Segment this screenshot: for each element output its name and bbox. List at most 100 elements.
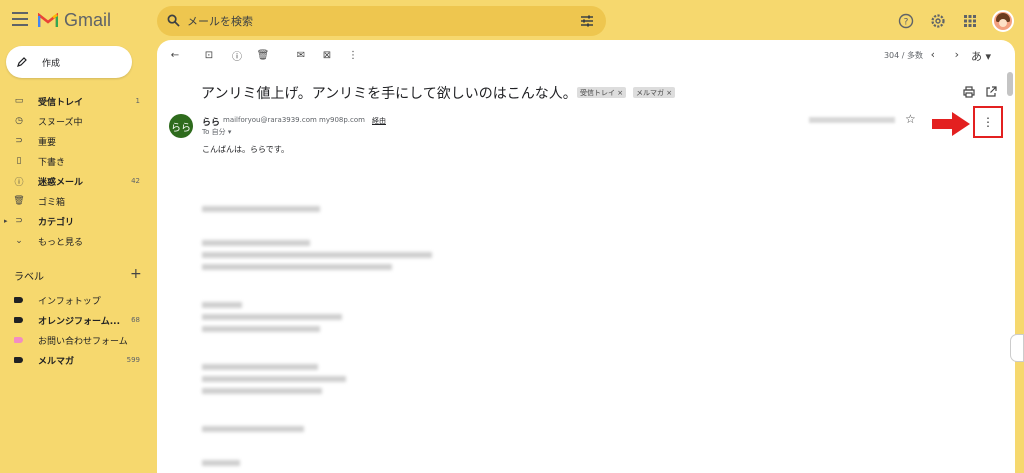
compose-button[interactable]: 作成 [6, 46, 132, 78]
sidebar-item-label: 重要 [38, 137, 57, 148]
apps-grid-icon[interactable] [960, 11, 980, 31]
report-spam-icon[interactable]: ⓘ [231, 49, 243, 63]
top-bar: Gmail メールを検索 ? [0, 0, 1024, 42]
input-tools-label: あ [970, 50, 982, 63]
labels-heading: ラベル [14, 272, 44, 283]
star-icon[interactable]: ☆ [905, 112, 916, 126]
red-arrow-annotation [932, 112, 970, 136]
sidebar-item-count: 1 [135, 97, 140, 105]
trash-icon: 🗑 [13, 196, 25, 206]
message-pane: ← ⊡ ⓘ 🗑 ✉ ⊠ ⋮ 304 / 多数 ‹ › あ ▾ アンリミ値上げ。ア… [157, 40, 1015, 473]
sidebar-item-label: もっと見る [38, 237, 84, 248]
label-icon: ⊃ [15, 216, 23, 226]
chip-mailmag[interactable]: メルマガ × [633, 87, 676, 98]
open-in-new-window-icon[interactable] [985, 86, 997, 98]
label-item-count: 68 [131, 316, 140, 324]
sidebar-item-trash[interactable]: 🗑 ゴミ箱 [0, 191, 150, 211]
input-tools-button[interactable]: あ ▾ [971, 48, 991, 64]
pencil-icon [17, 57, 27, 67]
archive-icon[interactable]: ⊡ [203, 49, 215, 61]
sidebar-item-categories[interactable]: ▸ ⊃ カテゴリ [0, 211, 150, 231]
sender-email: mailforyou@rara3939.com my908p.com [223, 116, 365, 124]
blurred-text-line [202, 460, 240, 466]
sidebar-item-label: 迷惑メール [38, 177, 84, 188]
inbox-icon: ▭ [14, 96, 24, 106]
search-bar[interactable]: メールを検索 [157, 6, 606, 36]
label-tag-icon [14, 297, 23, 303]
email-subject: アンリミ値上げ。アンリミを手にして欲しいのはこんな人。 [201, 86, 577, 102]
sidebar-item-spam[interactable]: ⓘ 迷惑メール 42 [0, 171, 150, 191]
label-tag-icon [14, 357, 23, 363]
sidebar-item-label: 受信トレイ [38, 97, 84, 108]
settings-icon[interactable] [928, 11, 948, 31]
svg-text:?: ? [904, 18, 909, 28]
message-toolbar: ← ⊡ ⓘ 🗑 ✉ ⊠ ⋮ 304 / 多数 ‹ › あ ▾ [157, 40, 1015, 72]
draft-icon: ▯ [16, 156, 22, 166]
expand-caret-icon[interactable]: ▸ [4, 217, 8, 225]
side-panel-toggle[interactable] [1010, 334, 1024, 362]
add-label-icon[interactable]: + [130, 266, 142, 282]
help-icon[interactable]: ? [896, 11, 916, 31]
back-arrow-icon[interactable]: ← [169, 49, 181, 61]
sidebar-item-label: ゴミ箱 [38, 197, 66, 208]
label-tag-icon [14, 317, 23, 323]
sidebar-item-inbox[interactable]: ▭ 受信トレイ 1 [0, 91, 150, 111]
scrollbar[interactable] [1007, 72, 1013, 96]
search-input[interactable]: メールを検索 [187, 13, 253, 29]
chevron-down-icon: ⌄ [15, 236, 23, 246]
recipient-line[interactable]: To 自分 ▾ [202, 127, 231, 137]
important-icon: ⊃ [15, 136, 23, 146]
compose-label: 作成 [42, 58, 61, 69]
sidebar-item-important[interactable]: ⊃ 重要 [0, 131, 150, 151]
chip-inbox[interactable]: 受信トレイ × [577, 87, 627, 98]
clock-icon: ◷ [15, 116, 23, 126]
more-toolbar-icon[interactable]: ⋮ [347, 49, 359, 61]
more-vert-icon: ⋮ [982, 115, 994, 129]
sidebar-item-label: カテゴリ [38, 217, 75, 228]
mark-unread-icon[interactable]: ✉ [295, 49, 307, 61]
prev-icon[interactable]: ‹ [931, 48, 935, 61]
more-options-button[interactable]: ⋮ [973, 106, 1003, 138]
search-options-icon[interactable] [580, 14, 594, 28]
next-icon[interactable]: › [955, 48, 959, 61]
label-tag-icon [14, 337, 23, 343]
blurred-text-line [202, 388, 322, 394]
search-icon[interactable] [167, 14, 180, 27]
blurred-text-line [202, 206, 320, 212]
blurred-text-line [202, 302, 242, 308]
label-item-label: お問い合わせフォーム [38, 336, 128, 347]
blurred-text-line [202, 376, 346, 382]
labels-list: インフォトップ オレンジフォーム... 68 お問い合わせフォーム メルマガ 5… [0, 290, 150, 370]
sidebar-item-more[interactable]: ⌄ もっと見る [0, 231, 150, 251]
sidebar-item-label: スヌーズ中 [38, 117, 83, 128]
top-right-actions: ? [896, 10, 1014, 32]
label-item-orange-form[interactable]: オレンジフォーム... 68 [0, 310, 150, 330]
label-item-infotop[interactable]: インフォトップ [0, 290, 150, 310]
via-link[interactable]: 経由 [372, 116, 386, 126]
gmail-m-icon [38, 13, 58, 27]
sender-avatar[interactable]: らら [169, 114, 193, 138]
sidebar-nav: ▭ 受信トレイ 1 ◷ スヌーズ中 ⊃ 重要 ▯ 下書き ⓘ 迷惑メール 42 … [0, 91, 150, 251]
snooze-icon[interactable]: ⊠ [321, 49, 333, 61]
gmail-logo[interactable]: Gmail [38, 10, 111, 31]
label-item-label: メルマガ [38, 356, 75, 367]
spam-icon: ⓘ [14, 177, 24, 188]
blurred-text-line [202, 426, 304, 432]
sidebar-item-snoozed[interactable]: ◷ スヌーズ中 [0, 111, 150, 131]
print-icon[interactable] [963, 86, 975, 98]
pagination-text: 304 / 多数 [883, 51, 923, 60]
sidebar-item-drafts[interactable]: ▯ 下書き [0, 151, 150, 171]
label-item-label: インフォトップ [38, 296, 101, 307]
label-item-label: オレンジフォーム... [38, 316, 120, 327]
label-item-mailmag[interactable]: メルマガ 599 [0, 350, 150, 370]
blurred-text-line [202, 364, 318, 370]
email-greeting: こんばんは。ららです。 [202, 145, 289, 154]
label-item-contact-form[interactable]: お問い合わせフォーム [0, 330, 150, 350]
blurred-text-line [202, 240, 310, 246]
sidebar-item-count: 42 [131, 177, 140, 185]
main-menu-icon[interactable] [12, 12, 28, 26]
account-avatar[interactable] [992, 10, 1014, 32]
blurred-text-line [202, 264, 392, 270]
delete-icon[interactable]: 🗑 [257, 49, 270, 61]
app-name: Gmail [64, 10, 112, 30]
